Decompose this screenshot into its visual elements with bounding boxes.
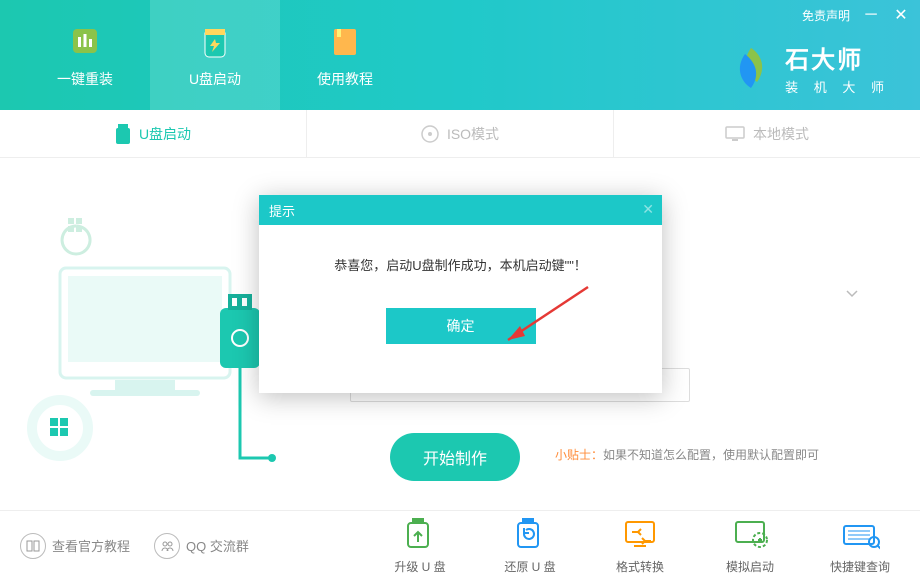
action-simulate-boot[interactable]: 模拟启动 (710, 516, 790, 575)
action-label: 快捷键查询 (830, 558, 890, 575)
footer: 查看官方教程 QQ 交流群 升级 U 盘 还原 U 盘 格式转换 模拟启动 快捷… (0, 510, 920, 580)
upgrade-usb-icon (400, 516, 440, 552)
action-label: 模拟启动 (726, 558, 774, 575)
mode-label: 本地模式 (753, 124, 809, 144)
app-header: 一键重装 U盘启动 使用教程 免责声明 ─ ✕ 石大师 装 机 大 师 (0, 0, 920, 110)
action-label: 还原 U 盘 (504, 558, 555, 575)
tip-label: 小贴士： (555, 448, 603, 462)
chevron-down-icon (846, 290, 858, 298)
nav-tab-usb-boot[interactable]: U盘启动 (150, 0, 280, 110)
close-button[interactable]: ✕ (892, 6, 910, 24)
people-icon (154, 533, 180, 559)
action-format-convert[interactable]: 格式转换 (600, 516, 680, 575)
start-button[interactable]: 开始制作 (390, 433, 520, 481)
brand: 石大师 装 机 大 师 (727, 40, 890, 96)
nav-tabs: 一键重装 U盘启动 使用教程 (0, 0, 410, 110)
footer-link-label: QQ 交流群 (186, 536, 249, 555)
mode-tabs: U盘启动 ISO模式 本地模式 (0, 110, 920, 158)
dialog-title: 提示 (269, 201, 295, 220)
window-controls: 免责声明 ─ ✕ (792, 0, 920, 30)
footer-link-tutorial[interactable]: 查看官方教程 (20, 533, 130, 559)
mode-label: U盘启动 (139, 124, 191, 144)
dialog-header: 提示 ✕ (259, 195, 662, 225)
iso-icon (421, 125, 439, 143)
nav-label: 一键重装 (57, 69, 113, 89)
book-icon (20, 533, 46, 559)
footer-link-qq[interactable]: QQ 交流群 (154, 533, 249, 559)
action-restore-usb[interactable]: 还原 U 盘 (490, 516, 570, 575)
nav-label: 使用教程 (317, 69, 373, 89)
minimize-button[interactable]: ─ (862, 6, 880, 24)
usb-icon (115, 124, 131, 144)
brand-subtitle: 装 机 大 师 (785, 77, 890, 96)
mode-tab-usb[interactable]: U盘启动 (0, 110, 307, 157)
usb-boot-icon (195, 21, 235, 61)
action-upgrade-usb[interactable]: 升级 U 盘 (380, 516, 460, 575)
mode-tab-iso[interactable]: ISO模式 (307, 110, 614, 157)
dialog-message: 恭喜您，启动U盘制作成功，本机启动键""！ (259, 225, 662, 274)
dropdown-toggle[interactable] (834, 276, 870, 312)
nav-label: U盘启动 (189, 69, 241, 89)
nav-tab-reinstall[interactable]: 一键重装 (20, 0, 150, 110)
computer-illustration (20, 198, 290, 478)
dialog-ok-button[interactable]: 确定 (386, 308, 536, 344)
dialog-close-button[interactable]: ✕ (642, 201, 654, 218)
tip-text: 小贴士：如果不知道怎么配置，使用默认配置即可 (555, 446, 819, 463)
format-convert-icon (620, 516, 660, 552)
action-label: 格式转换 (616, 558, 664, 575)
tutorial-icon (325, 21, 365, 61)
success-dialog: 提示 ✕ 恭喜您，启动U盘制作成功，本机启动键""！ 确定 (259, 195, 662, 393)
brand-name: 石大师 (785, 40, 890, 75)
brand-logo-icon (727, 44, 775, 92)
tip-body: 如果不知道怎么配置，使用默认配置即可 (603, 448, 819, 462)
disclaimer-link[interactable]: 免责声明 (802, 7, 850, 24)
simulate-boot-icon (730, 516, 770, 552)
footer-link-label: 查看官方教程 (52, 536, 130, 555)
hotkey-lookup-icon (840, 516, 880, 552)
action-hotkey-lookup[interactable]: 快捷键查询 (820, 516, 900, 575)
nav-tab-tutorial[interactable]: 使用教程 (280, 0, 410, 110)
restore-usb-icon (510, 516, 550, 552)
mode-label: ISO模式 (447, 124, 499, 144)
monitor-icon (725, 126, 745, 142)
reinstall-icon (65, 21, 105, 61)
action-label: 升级 U 盘 (394, 558, 445, 575)
mode-tab-local[interactable]: 本地模式 (614, 110, 920, 157)
